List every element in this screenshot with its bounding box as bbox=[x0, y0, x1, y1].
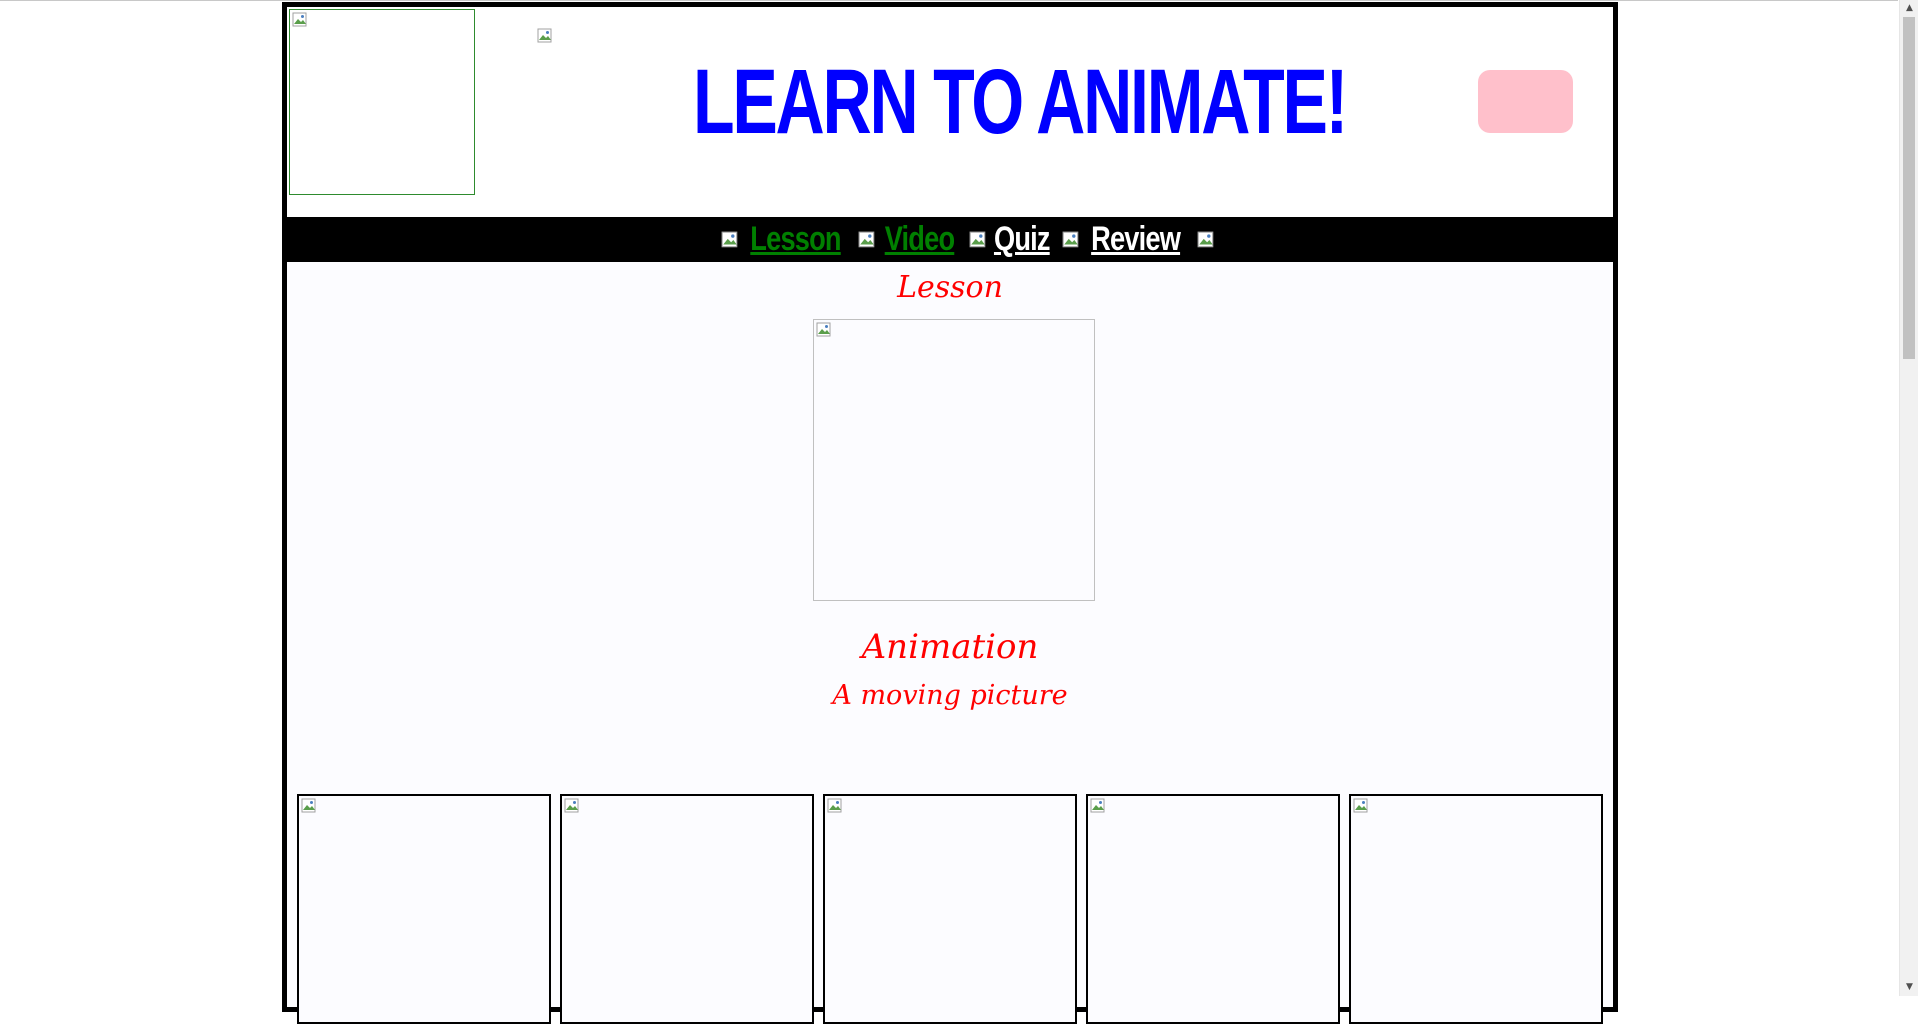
vertical-scrollbar[interactable]: ▲ ▼ bbox=[1899, 0, 1918, 996]
page-frame: LEARN TO ANIMATE! Lesson Video Quiz Revi… bbox=[282, 2, 1618, 1024]
broken-image-icon bbox=[721, 231, 737, 247]
broken-image-icon bbox=[564, 798, 579, 813]
broken-image-icon bbox=[969, 231, 985, 247]
broken-image-icon bbox=[301, 798, 316, 813]
broken-image-icon bbox=[537, 28, 552, 43]
scroll-thumb[interactable] bbox=[1903, 17, 1915, 359]
nav-link-review[interactable]: Review bbox=[1091, 217, 1181, 262]
logo-image bbox=[289, 9, 475, 195]
nav-link-quiz[interactable]: Quiz bbox=[994, 217, 1051, 262]
broken-image-icon bbox=[1062, 231, 1079, 247]
nav-bar: Lesson Video Quiz Review bbox=[287, 217, 1613, 262]
broken-image-icon bbox=[292, 12, 307, 27]
thumbnail-image[interactable] bbox=[297, 794, 551, 1024]
broken-image-icon bbox=[1090, 798, 1105, 813]
site-title: LEARN TO ANIMATE! bbox=[693, 51, 1348, 153]
lesson-image bbox=[813, 319, 1095, 601]
vocabulary-term: Animation bbox=[861, 627, 1039, 667]
nav-link-lesson[interactable]: Lesson bbox=[750, 217, 841, 262]
term-definition: A moving picture bbox=[832, 680, 1068, 711]
broken-image-icon bbox=[1198, 231, 1214, 247]
broken-image-icon bbox=[858, 231, 874, 247]
section-heading: Lesson bbox=[897, 270, 1003, 305]
nav-link-video[interactable]: Video bbox=[884, 217, 954, 262]
thumbnail-image[interactable] bbox=[560, 794, 814, 1024]
broken-image-icon bbox=[827, 798, 842, 813]
thumbnail-image[interactable] bbox=[1349, 794, 1603, 1024]
header: LEARN TO ANIMATE! bbox=[287, 7, 1613, 217]
thumbnail-row bbox=[297, 794, 1603, 1024]
thumbnail-image[interactable] bbox=[1086, 794, 1340, 1024]
thumbnail-image[interactable] bbox=[823, 794, 1077, 1024]
broken-image-icon bbox=[1353, 798, 1368, 813]
scroll-up-arrow-icon[interactable]: ▲ bbox=[1900, 0, 1918, 17]
top-border bbox=[0, 0, 1898, 1]
pink-button[interactable] bbox=[1478, 70, 1573, 133]
broken-image-icon bbox=[816, 322, 831, 337]
scroll-down-arrow-icon[interactable]: ▼ bbox=[1900, 979, 1918, 996]
